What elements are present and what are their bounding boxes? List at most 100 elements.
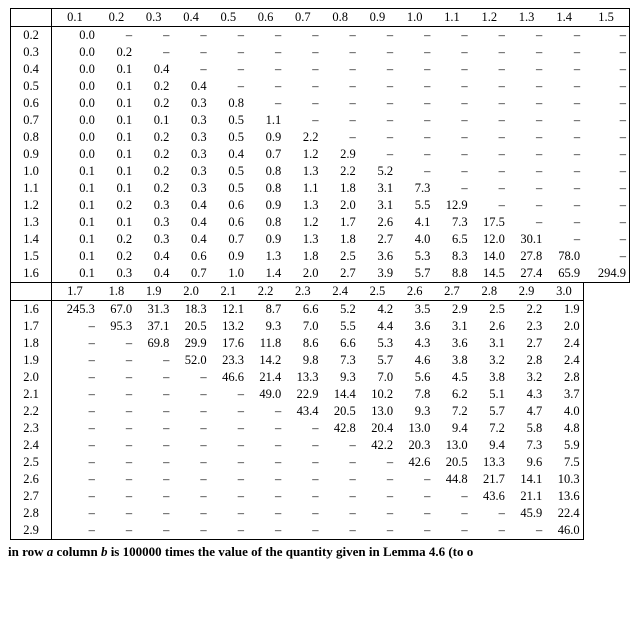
table-cell: – bbox=[433, 163, 470, 180]
table-cell: – bbox=[210, 78, 247, 95]
table-cell: 1.3 bbox=[284, 163, 321, 180]
table-cell: – bbox=[508, 112, 545, 129]
row-header: 0.2 bbox=[11, 27, 52, 45]
table-cell: – bbox=[545, 180, 583, 197]
table-cell: 42.2 bbox=[359, 437, 396, 454]
table-cell: – bbox=[322, 454, 359, 471]
table-cell: – bbox=[359, 146, 396, 163]
table-cell: – bbox=[359, 454, 396, 471]
table-cell: – bbox=[471, 163, 508, 180]
table-cell: – bbox=[322, 61, 359, 78]
table-cell: 0.0 bbox=[52, 78, 98, 95]
table-row: 2.1–––––49.022.914.410.27.86.25.14.33.7 bbox=[11, 386, 630, 403]
table-cell: 2.2 bbox=[322, 163, 359, 180]
column-header: 3.0 bbox=[545, 283, 583, 301]
table-cell: 2.8 bbox=[508, 352, 545, 369]
table-cell: 9.4 bbox=[433, 420, 470, 437]
table-cell: – bbox=[396, 522, 433, 540]
table-row: 1.20.10.20.30.40.60.91.32.03.15.512.9–––… bbox=[11, 197, 630, 214]
table-cell: 0.9 bbox=[210, 248, 247, 265]
table-cell: 20.5 bbox=[172, 318, 209, 335]
table-cell: – bbox=[247, 488, 284, 505]
table-cell: – bbox=[396, 146, 433, 163]
table-cell: – bbox=[471, 95, 508, 112]
table-row: 1.00.10.10.20.30.50.81.32.25.2–––––– bbox=[11, 163, 630, 180]
table-cell: 0.0 bbox=[52, 112, 98, 129]
table-cell: 95.3 bbox=[98, 318, 135, 335]
table-cell: 1.1 bbox=[247, 112, 284, 129]
table-cell: 4.0 bbox=[545, 403, 583, 420]
table-cell: – bbox=[396, 112, 433, 129]
table-cell: – bbox=[359, 112, 396, 129]
table-cell: – bbox=[583, 248, 629, 265]
row-header: 1.6 bbox=[11, 301, 52, 319]
table-cell: – bbox=[98, 27, 135, 45]
table-row: 1.60.10.30.40.71.01.42.02.73.95.78.814.5… bbox=[11, 265, 630, 283]
table-cell: 0.8 bbox=[247, 163, 284, 180]
table-cell: – bbox=[52, 505, 98, 522]
table-cell: – bbox=[433, 112, 470, 129]
column-header: 1.7 bbox=[52, 283, 98, 301]
table-cell: – bbox=[172, 61, 209, 78]
table-cell: 0.1 bbox=[98, 129, 135, 146]
table-cell: 2.7 bbox=[359, 231, 396, 248]
table-cell: 20.3 bbox=[396, 437, 433, 454]
table-cell: – bbox=[98, 522, 135, 540]
table-row: 0.60.00.10.20.30.8–––––––––– bbox=[11, 95, 630, 112]
table-cell: 13.3 bbox=[471, 454, 508, 471]
row-header: 2.6 bbox=[11, 471, 52, 488]
table-cell: 6.5 bbox=[433, 231, 470, 248]
table-cell: 0.0 bbox=[52, 61, 98, 78]
data-table: 0.10.20.30.40.50.60.70.80.91.01.11.21.31… bbox=[10, 8, 630, 540]
table-row: 2.2––––––43.420.513.09.37.25.74.74.0 bbox=[11, 403, 630, 420]
table-cell: – bbox=[359, 27, 396, 45]
table-cell: – bbox=[210, 454, 247, 471]
table-cell: 22.9 bbox=[284, 386, 321, 403]
table-cell: 13.0 bbox=[433, 437, 470, 454]
table-cell: 1.8 bbox=[284, 248, 321, 265]
row-header: 0.3 bbox=[11, 44, 52, 61]
table-cell: 43.4 bbox=[284, 403, 321, 420]
table-cell: 0.3 bbox=[172, 163, 209, 180]
table-row: 2.4––––––––42.220.313.09.47.35.9 bbox=[11, 437, 630, 454]
table-cell: – bbox=[98, 352, 135, 369]
table-row: 2.8––––––––––––45.922.4 bbox=[11, 505, 630, 522]
table-cell: 29.9 bbox=[172, 335, 209, 352]
row-header: 0.6 bbox=[11, 95, 52, 112]
table-cell: 3.2 bbox=[471, 352, 508, 369]
column-header: 2.2 bbox=[247, 283, 284, 301]
table-cell: – bbox=[508, 78, 545, 95]
table-cell: – bbox=[52, 318, 98, 335]
table-cell: 6.6 bbox=[322, 335, 359, 352]
row-header: 0.4 bbox=[11, 61, 52, 78]
column-header: 1.3 bbox=[508, 9, 545, 27]
column-header: 2.1 bbox=[210, 283, 247, 301]
table-cell: 6.6 bbox=[284, 301, 321, 319]
table-cell: – bbox=[247, 522, 284, 540]
table-cell: – bbox=[545, 163, 583, 180]
table-cell: – bbox=[172, 27, 209, 45]
row-header: 2.1 bbox=[11, 386, 52, 403]
table-cell: 0.0 bbox=[52, 129, 98, 146]
table-cell: – bbox=[172, 505, 209, 522]
table-cell: 3.6 bbox=[396, 318, 433, 335]
table-cell: 0.2 bbox=[135, 163, 172, 180]
column-header: 2.4 bbox=[322, 283, 359, 301]
table-cell: 6.2 bbox=[433, 386, 470, 403]
table-cell: 14.5 bbox=[471, 265, 508, 283]
table-cell: – bbox=[433, 146, 470, 163]
table-cell: 2.8 bbox=[545, 369, 583, 386]
table-cell: – bbox=[583, 95, 629, 112]
table-cell: – bbox=[508, 146, 545, 163]
table-cell: – bbox=[433, 44, 470, 61]
table-cell: 67.0 bbox=[98, 301, 135, 319]
corner-cell bbox=[11, 283, 52, 301]
table-cell: – bbox=[508, 95, 545, 112]
table-cell: – bbox=[396, 95, 433, 112]
table-cell: 7.2 bbox=[471, 420, 508, 437]
table-cell: – bbox=[284, 44, 321, 61]
table-cell: 37.1 bbox=[135, 318, 172, 335]
table-cell: 7.3 bbox=[508, 437, 545, 454]
table-cell: 45.9 bbox=[508, 505, 545, 522]
table-cell: – bbox=[396, 163, 433, 180]
